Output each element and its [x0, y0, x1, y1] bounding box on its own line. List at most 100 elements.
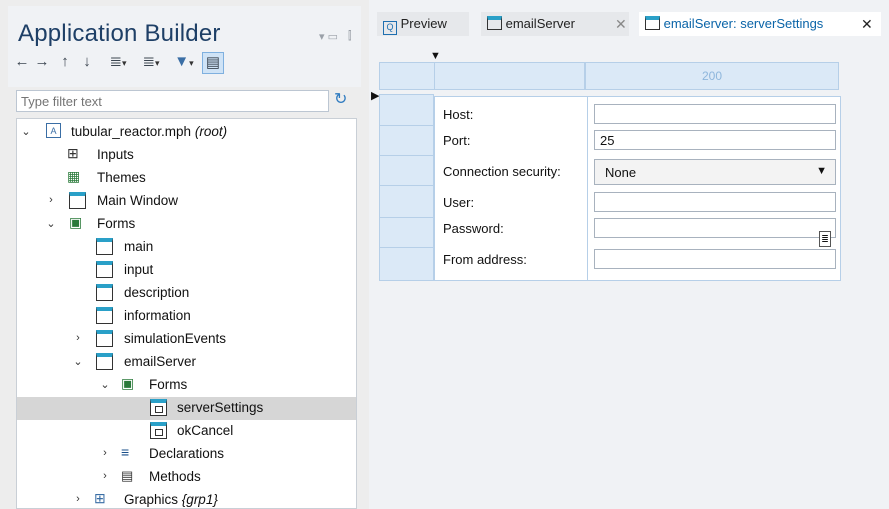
model-tree: ⌄ A tubular_reactor.mph (root) ⊞ Inputs … — [16, 118, 357, 509]
grid-corner-cell — [379, 62, 434, 90]
editor-area: Q Preview emailServer ✕ emailServer: ser… — [369, 0, 889, 509]
application-icon: A — [46, 123, 61, 138]
chevron-right-icon[interactable]: › — [73, 493, 83, 505]
tree-item-themes[interactable]: ▦ Themes — [17, 167, 356, 190]
tree-item-form[interactable]: › simulationEvents — [17, 328, 356, 351]
dropdown-icon[interactable]: ▼▾ — [171, 52, 197, 74]
tab-label: emailServer — [505, 16, 575, 31]
connection-security-select[interactable]: None ▼ — [594, 159, 836, 185]
close-icon[interactable]: ✕ — [861, 16, 873, 33]
tree-item-declarations[interactable]: › ≡ Declarations — [17, 443, 356, 466]
security-selected-value: None — [605, 165, 637, 180]
close-icon[interactable]: ✕ — [615, 16, 627, 33]
grid-line — [379, 155, 434, 156]
from-address-field[interactable] — [594, 249, 836, 269]
tree-root-label: tubular_reactor.mph (root) — [71, 124, 227, 139]
grid-row-lines — [379, 94, 434, 281]
form-icon — [96, 238, 113, 255]
chevron-right-icon[interactable]: › — [100, 470, 110, 482]
tab-label: Preview — [400, 16, 447, 31]
tree-label: serverSettings — [177, 400, 264, 415]
tree-item-server-settings[interactable]: serverSettings — [17, 397, 356, 420]
grid-line — [379, 125, 434, 126]
tree-item-subforms[interactable]: ⌄ ▣ Forms — [17, 374, 356, 397]
tab-label: emailServer: serverSettings — [663, 16, 824, 31]
graphics-label: Graphics {grp1} — [124, 492, 218, 507]
grid-column-width-label[interactable]: 200 — [585, 62, 839, 90]
tree-item-forms[interactable]: ⌄ ▣ Forms — [17, 213, 356, 236]
tree-label: information — [124, 308, 191, 323]
chevron-down-icon: ▼ — [816, 165, 827, 177]
collapse-all-icon[interactable]: ≣▾ — [137, 52, 165, 74]
filter-input[interactable] — [16, 90, 329, 112]
panel-title: Application Builder — [18, 20, 221, 47]
chevron-down-icon[interactable]: ⌄ — [73, 355, 83, 368]
grid-column-header-cell[interactable] — [434, 62, 585, 90]
link-with-editor-icon[interactable]: ▤ — [202, 52, 224, 74]
chevron-down-icon[interactable]: ⌄ — [21, 125, 31, 138]
form-editor-canvas: 200 ▼ ▶ Host: Port: Connection security:… — [369, 36, 889, 509]
forms-icon: ▣ — [69, 214, 83, 230]
user-field[interactable] — [594, 192, 836, 212]
password-label: Password: — [443, 221, 504, 236]
minimize-icon[interactable]: ▾ ▭ — [319, 30, 338, 43]
up-arrow-icon[interactable]: ↑ — [58, 52, 72, 74]
tree-item-form[interactable]: input — [17, 259, 356, 282]
form-icon — [96, 261, 113, 278]
themes-icon: ▦ — [67, 168, 81, 184]
tree-label: main — [124, 239, 154, 254]
security-label: Connection security: — [443, 164, 561, 179]
tree-label: Themes — [97, 170, 146, 185]
chevron-down-icon[interactable]: ⌄ — [46, 217, 56, 230]
tab-email-server[interactable]: emailServer ✕ — [481, 12, 629, 36]
tree-label: Main Window — [97, 193, 179, 208]
host-field[interactable] — [594, 104, 836, 124]
tree-item-root[interactable]: ⌄ A tubular_reactor.mph (root) — [17, 121, 356, 144]
chevron-down-icon[interactable]: ⌄ — [100, 378, 110, 391]
tree-label: Methods — [149, 469, 201, 484]
tree-label: Declarations — [149, 446, 225, 461]
tree-item-form[interactable]: description — [17, 282, 356, 305]
grid-line — [379, 247, 434, 248]
tree-item-form[interactable]: main — [17, 236, 356, 259]
back-arrow-icon[interactable]: ← — [14, 52, 30, 74]
tree-item-graphics[interactable]: › ⊞ Graphics {grp1} — [17, 489, 356, 508]
chevron-right-icon[interactable]: › — [100, 447, 110, 459]
tab-server-settings[interactable]: emailServer: serverSettings ✕ — [639, 12, 881, 36]
tree-item-form[interactable]: information — [17, 305, 356, 328]
form-icon — [96, 353, 113, 370]
tree-label: Forms — [97, 216, 136, 231]
graphics-name: Graphics — [124, 492, 179, 507]
tree-label: Forms — [149, 377, 188, 392]
down-arrow-icon[interactable]: ↓ — [80, 52, 94, 74]
tree-item-inputs[interactable]: ⊞ Inputs — [17, 144, 356, 167]
port-field[interactable] — [594, 130, 836, 150]
chevron-right-icon[interactable]: › — [46, 194, 56, 206]
declarations-icon: ≡ — [121, 444, 130, 460]
tree-item-ok-cancel[interactable]: okCancel — [17, 420, 356, 443]
form-icon — [645, 16, 660, 30]
password-manager-icon[interactable]: ≣ — [819, 231, 831, 247]
tab-preview[interactable]: Q Preview — [377, 12, 469, 36]
tree-item-methods[interactable]: › ▤ Methods — [17, 466, 356, 489]
editor-tabs: Q Preview emailServer ✕ emailServer: ser… — [369, 12, 889, 36]
password-field[interactable] — [594, 218, 836, 238]
application-builder-panel: Application Builder ▾ ▭ ⫿ ← → ↑ ↓ ≣▾ ≣▾ … — [0, 0, 361, 509]
form-icon — [487, 16, 502, 30]
grid-line — [379, 217, 434, 218]
tree-item-form[interactable]: ⌄ emailServer — [17, 351, 356, 374]
tree-item-main-window[interactable]: › Main Window — [17, 190, 356, 213]
refresh-icon[interactable]: ↻ — [334, 89, 347, 109]
tree-label: simulationEvents — [124, 331, 227, 346]
server-settings-form: Host: Port: Connection security: None ▼ … — [434, 96, 841, 281]
subform-icon — [150, 399, 167, 416]
forward-arrow-icon[interactable]: → — [34, 52, 50, 74]
graphics-tag: {grp1} — [181, 492, 218, 507]
column-marker-icon[interactable]: ▼ — [430, 50, 441, 62]
pin-icon[interactable]: ⫿ — [348, 30, 352, 43]
user-label: User: — [443, 195, 475, 210]
subform-icon — [150, 422, 167, 439]
chevron-right-icon[interactable]: › — [73, 332, 83, 344]
grid-column-header: 200 — [379, 62, 839, 90]
expand-all-icon[interactable]: ≣▾ — [104, 52, 132, 74]
